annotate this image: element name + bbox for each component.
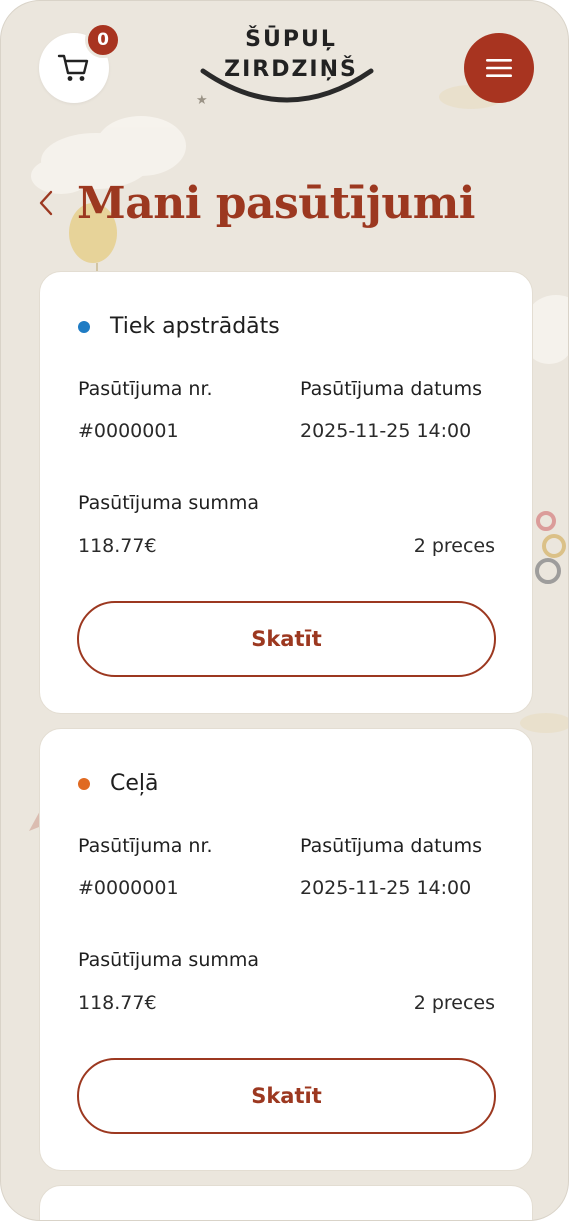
order-number-label: Pasūtījuma nr. (78, 378, 213, 400)
order-items-count: 2 preces (413, 992, 495, 1014)
order-status-text: Ceļā (110, 771, 159, 796)
cart-count-badge: 0 (85, 22, 121, 58)
back-button[interactable] (31, 178, 61, 228)
order-number-value: #0000001 (78, 877, 179, 899)
cart-icon (57, 54, 89, 81)
order-date-label: Pasūtījuma datums (300, 378, 483, 400)
page-title-row: Mani pasūtījumi (31, 171, 551, 235)
page-title: Mani pasūtījumi (77, 177, 476, 229)
order-number-label: Pasūtījuma nr. (78, 835, 213, 857)
order-date-value: 2025-11-25 14:00 (300, 877, 472, 899)
order-status: Ceļā (78, 771, 159, 796)
order-date-label: Pasūtījuma datums (300, 835, 483, 857)
status-dot-icon (78, 320, 90, 333)
chevron-left-icon (39, 190, 53, 216)
order-card: Tiek apstrādāts Pasūtījuma nr. Pasūtījum… (39, 271, 533, 714)
status-dot-icon (78, 777, 90, 790)
brand-logo[interactable]: ŠŪPUĻ ZIRDZIŅŠ (199, 23, 375, 115)
app-header: 0 ŠŪPUĻ ZIRDZIŅŠ (1, 1, 568, 121)
order-status-text: Tiek apstrādāts (110, 314, 280, 339)
order-items-count: 2 preces (413, 535, 495, 557)
order-date-value: 2025-11-25 14:00 (300, 420, 472, 442)
order-sum-label: Pasūtījuma summa (78, 949, 260, 971)
view-order-button[interactable]: Skatīt (77, 1058, 496, 1134)
order-sum-value: 118.77€ (78, 535, 157, 557)
order-sum-label: Pasūtījuma summa (78, 492, 260, 514)
order-card: Ceļā Pasūtījuma nr. Pasūtījuma datums #0… (39, 728, 533, 1171)
order-card-partial (39, 1185, 533, 1220)
logo-rocker-curve (200, 68, 374, 103)
logo-text-line1: ŠŪPUĻ (245, 27, 337, 52)
order-status: Tiek apstrādāts (78, 314, 280, 339)
order-sum-value: 118.77€ (78, 992, 157, 1014)
hamburger-menu-icon (486, 59, 512, 77)
menu-button[interactable] (464, 33, 534, 103)
order-number-value: #0000001 (78, 420, 179, 442)
app-screen: ★ 0 ŠŪPUĻ ZIRDZIŅŠ Mani pasūtījumi Tiek … (0, 0, 569, 1221)
view-order-button[interactable]: Skatīt (77, 601, 496, 677)
